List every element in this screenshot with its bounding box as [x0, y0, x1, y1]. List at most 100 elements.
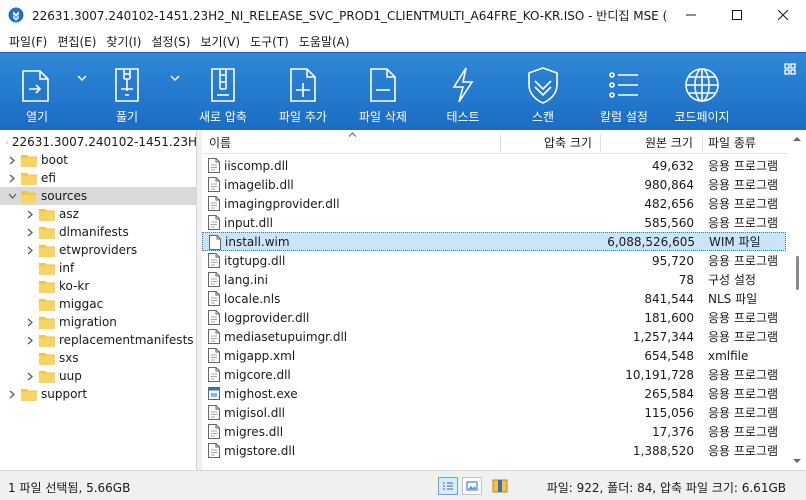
tree-root[interactable]: 22631.3007.240102-1451.23H: [0, 133, 196, 151]
chevron-right-icon[interactable]: [24, 370, 36, 382]
tree-item-label: etwproviders: [59, 243, 138, 257]
tree-item-ko-kr[interactable]: ko-kr: [0, 277, 196, 295]
chevron-right-icon[interactable]: [24, 316, 36, 328]
menu-bar: 파일(F) 편집(E) 찾기(I) 설정(S) 보기(V) 도구(T) 도움말(…: [0, 30, 806, 52]
extract-dropdown-icon[interactable]: [170, 75, 180, 81]
file-row[interactable]: logprovider.dll 181,600 응용 프로그램: [202, 308, 786, 327]
extract-button[interactable]: 풀기: [100, 53, 154, 131]
tree-item-migration[interactable]: migration: [0, 313, 196, 331]
file-name: logprovider.dll: [224, 310, 310, 325]
list-settings-icon: [609, 72, 638, 98]
file-row[interactable]: install.wim 6,088,526,605 WIM 파일: [202, 232, 786, 251]
archive-box-icon: [492, 479, 508, 493]
new-archive-button[interactable]: 새로 압축: [192, 53, 254, 131]
menu-view[interactable]: 보기(V): [195, 33, 245, 50]
file-size: 49,632: [652, 158, 694, 173]
delete-files-button[interactable]: 파일 삭제: [352, 53, 414, 131]
scroll-up-icon[interactable]: [792, 134, 802, 144]
bandizip-app-icon: [8, 7, 24, 23]
file-row[interactable]: imagelib.dll 980,864 응용 프로그램: [202, 175, 786, 194]
layout-grid-icon[interactable]: [784, 63, 796, 75]
close-button[interactable]: [760, 0, 806, 30]
file-row[interactable]: migstore.dll 1,388,520 응용 프로그램: [202, 441, 786, 460]
minimize-button[interactable]: [668, 0, 714, 30]
column-header-packed-size[interactable]: 압축 크기: [544, 130, 592, 154]
status-archive-summary: 파일: 922, 폴더: 84, 압축 파일 크기: 6.61GB: [546, 481, 786, 495]
file-row[interactable]: locale.nls 841,544 NLS 파일: [202, 289, 786, 308]
tree-item-replacementmanifests[interactable]: replacementmanifests: [0, 331, 196, 349]
file-type: xmlfile: [708, 348, 749, 363]
add-files-button[interactable]: 파일 추가: [272, 53, 334, 131]
tree-item-inf[interactable]: inf: [0, 259, 196, 277]
file-row[interactable]: lang.ini 78 구성 설정: [202, 270, 786, 289]
file-type: 응용 프로그램: [708, 178, 779, 192]
chevron-right-icon[interactable]: [24, 226, 36, 238]
test-button[interactable]: 테스트: [436, 53, 490, 131]
chevron-right-icon[interactable]: [24, 208, 36, 220]
open-button[interactable]: 열기: [10, 53, 64, 131]
menu-file[interactable]: 파일(F): [4, 33, 52, 50]
dll-file-icon: [208, 310, 220, 325]
tree-item-efi[interactable]: efi: [0, 169, 196, 187]
chevron-down-icon[interactable]: [6, 190, 18, 202]
menu-find[interactable]: 찾기(I): [101, 33, 146, 50]
file-row[interactable]: itgtupg.dll 95,720 응용 프로그램: [202, 251, 786, 270]
file-row[interactable]: iiscomp.dll 49,632 응용 프로그램: [202, 156, 786, 175]
menu-help[interactable]: 도움말(A): [294, 33, 355, 50]
file-row[interactable]: input.dll 585,560 응용 프로그램: [202, 213, 786, 232]
tree-item-sources[interactable]: sources: [0, 187, 196, 205]
file-name: input.dll: [224, 215, 273, 230]
tree-item-uup[interactable]: uup: [0, 367, 196, 385]
folder-icon: [21, 154, 37, 167]
menu-edit[interactable]: 편집(E): [52, 33, 101, 50]
file-row[interactable]: mediasetupuimgr.dll 1,257,344 응용 프로그램: [202, 327, 786, 346]
details-view-button[interactable]: [438, 477, 458, 495]
exe-file-icon: [208, 387, 220, 400]
maximize-button[interactable]: [714, 0, 760, 30]
file-row[interactable]: migapp.xml 654,548 xmlfile: [202, 346, 786, 365]
column-header-original-size[interactable]: 원본 크기: [645, 130, 693, 154]
open-dropdown-icon[interactable]: [77, 75, 87, 81]
tree-item-miggac[interactable]: miggac: [0, 295, 196, 313]
tree-item-dlmanifests[interactable]: dlmanifests: [0, 223, 196, 241]
column-header-name[interactable]: 이름: [209, 130, 231, 154]
column-settings-button[interactable]: 칼럼 설정: [594, 53, 654, 131]
column-settings-label: 칼럼 설정: [600, 110, 648, 124]
file-row[interactable]: imagingprovider.dll 482,656 응용 프로그램: [202, 194, 786, 213]
file-icon: [209, 235, 221, 250]
folder-tree[interactable]: 22631.3007.240102-1451.23H boot efi sour…: [0, 130, 197, 470]
folder-icon: [39, 370, 55, 383]
menu-tools[interactable]: 도구(T): [245, 33, 294, 50]
scan-label: 스캔: [531, 110, 555, 124]
folder-icon: [21, 172, 37, 185]
chevron-right-icon[interactable]: [6, 154, 18, 166]
file-row[interactable]: migcore.dll 10,191,728 응용 프로그램: [202, 365, 786, 384]
scrollbar-thumb[interactable]: [796, 256, 799, 290]
tree-item-boot[interactable]: boot: [0, 151, 196, 169]
chevron-right-icon[interactable]: [24, 334, 36, 346]
chevron-right-icon[interactable]: [6, 388, 18, 400]
file-list[interactable]: 이름 압축 크기 원본 크기 파일 종류 iiscomp.dll 49,632 응용…: [202, 130, 806, 470]
tree-item-etwproviders[interactable]: etwproviders: [0, 241, 196, 259]
tree-item-asz[interactable]: asz: [0, 205, 196, 223]
tree-item-support[interactable]: support: [0, 385, 196, 403]
file-row[interactable]: migisol.dll 115,056 응용 프로그램: [202, 403, 786, 422]
dll-file-icon: [208, 367, 220, 382]
scan-button[interactable]: 스캔: [516, 53, 570, 131]
thumbnail-view-button[interactable]: [462, 477, 482, 495]
folder-icon: [21, 388, 37, 401]
scroll-down-icon[interactable]: [792, 456, 802, 466]
chevron-right-icon[interactable]: [24, 244, 36, 256]
column-header-file-type[interactable]: 파일 종류: [708, 130, 756, 154]
file-row[interactable]: mighost.exe 265,584 응용 프로그램: [202, 384, 786, 403]
archive-info-button[interactable]: [490, 477, 510, 495]
menu-settings[interactable]: 설정(S): [146, 33, 195, 50]
extract-label: 풀기: [115, 110, 139, 124]
vertical-scrollbar[interactable]: [788, 130, 806, 470]
tree-item-sxs[interactable]: sxs: [0, 349, 196, 367]
file-row[interactable]: migres.dll 17,376 응용 프로그램: [202, 422, 786, 441]
dll-file-icon: [208, 424, 220, 439]
codepage-button[interactable]: 코드페이지: [670, 53, 734, 131]
delete-file-icon: [370, 68, 396, 102]
chevron-right-icon[interactable]: [6, 172, 18, 184]
